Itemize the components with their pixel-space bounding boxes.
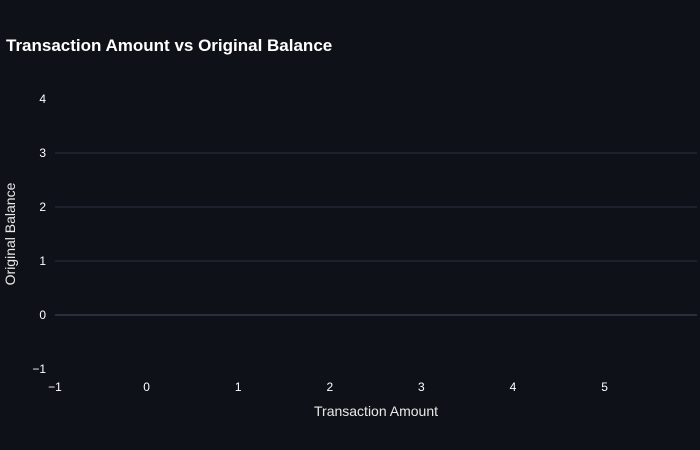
x-tick-label: 3 xyxy=(418,380,425,394)
x-axis-ticks: −1 0 1 2 3 4 5 xyxy=(48,380,608,394)
y-tick-label: 3 xyxy=(39,146,46,160)
y-axis-label: Original Balance xyxy=(2,182,18,285)
x-tick-label: 4 xyxy=(510,380,517,394)
y-axis-ticks: −1 0 1 2 3 4 xyxy=(32,92,46,376)
y-tick-label: 1 xyxy=(39,254,46,268)
y-tick-label: 2 xyxy=(39,200,46,214)
x-tick-label: 0 xyxy=(143,380,150,394)
x-tick-label: −1 xyxy=(48,380,62,394)
x-axis-label: Transaction Amount xyxy=(314,403,438,419)
gridlines xyxy=(55,152,697,316)
x-tick-label: 1 xyxy=(235,380,242,394)
x-tick-label: 2 xyxy=(326,380,333,394)
y-tick-label: 4 xyxy=(39,92,46,106)
x-tick-label: 5 xyxy=(601,380,608,394)
y-tick-label: −1 xyxy=(32,362,46,376)
chart-title: Transaction Amount vs Original Balance xyxy=(6,36,332,55)
chart: Transaction Amount vs Original Balance −… xyxy=(2,36,697,419)
y-tick-label: 0 xyxy=(39,308,46,322)
